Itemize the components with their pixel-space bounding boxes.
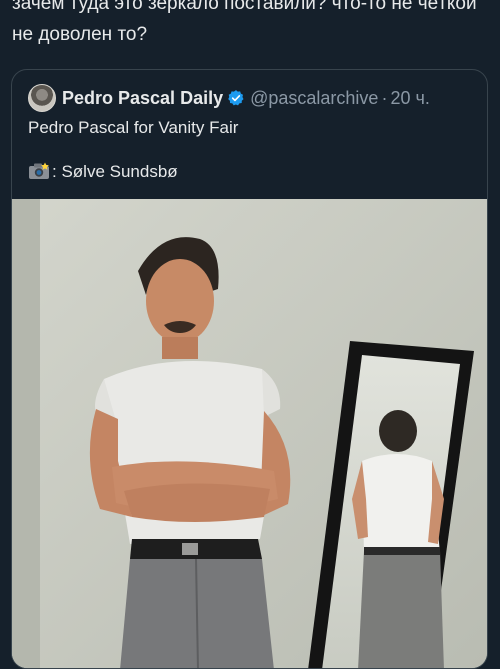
quoted-tweet-text: Pedro Pascal for Vanity Fair : Sølve Sun… xyxy=(28,117,473,183)
quoted-tweet-text-line: Pedro Pascal for Vanity Fair xyxy=(28,118,239,137)
dot-separator: · xyxy=(381,87,388,108)
tweet-text: зачем туда это зеркало поставили? что-то… xyxy=(12,0,488,50)
tweet-photo[interactable] xyxy=(12,199,487,668)
tweet-text-line-1: зачем туда это зеркало поставили? что-то… xyxy=(12,0,477,14)
post-timestamp[interactable]: 20 ч. xyxy=(390,88,429,109)
camera-flash-icon xyxy=(28,162,50,180)
photo-credit-text: : Sølve Sundsbø xyxy=(52,162,178,181)
quoted-tweet-card[interactable]: Pedro Pascal Daily @pascalarchive · 20 ч… xyxy=(11,69,488,669)
photo-credit-line: : Sølve Sundsbø xyxy=(28,161,473,183)
author-handle[interactable]: @pascalarchive xyxy=(250,88,378,109)
verified-badge-icon xyxy=(227,89,245,107)
quoted-tweet-header: Pedro Pascal Daily @pascalarchive · 20 ч… xyxy=(28,84,430,112)
avatar[interactable] xyxy=(28,84,56,112)
photo-illustration xyxy=(12,199,487,668)
tweet-text-line-2: не доволен то? xyxy=(12,24,148,45)
author-name[interactable]: Pedro Pascal Daily xyxy=(62,88,223,109)
